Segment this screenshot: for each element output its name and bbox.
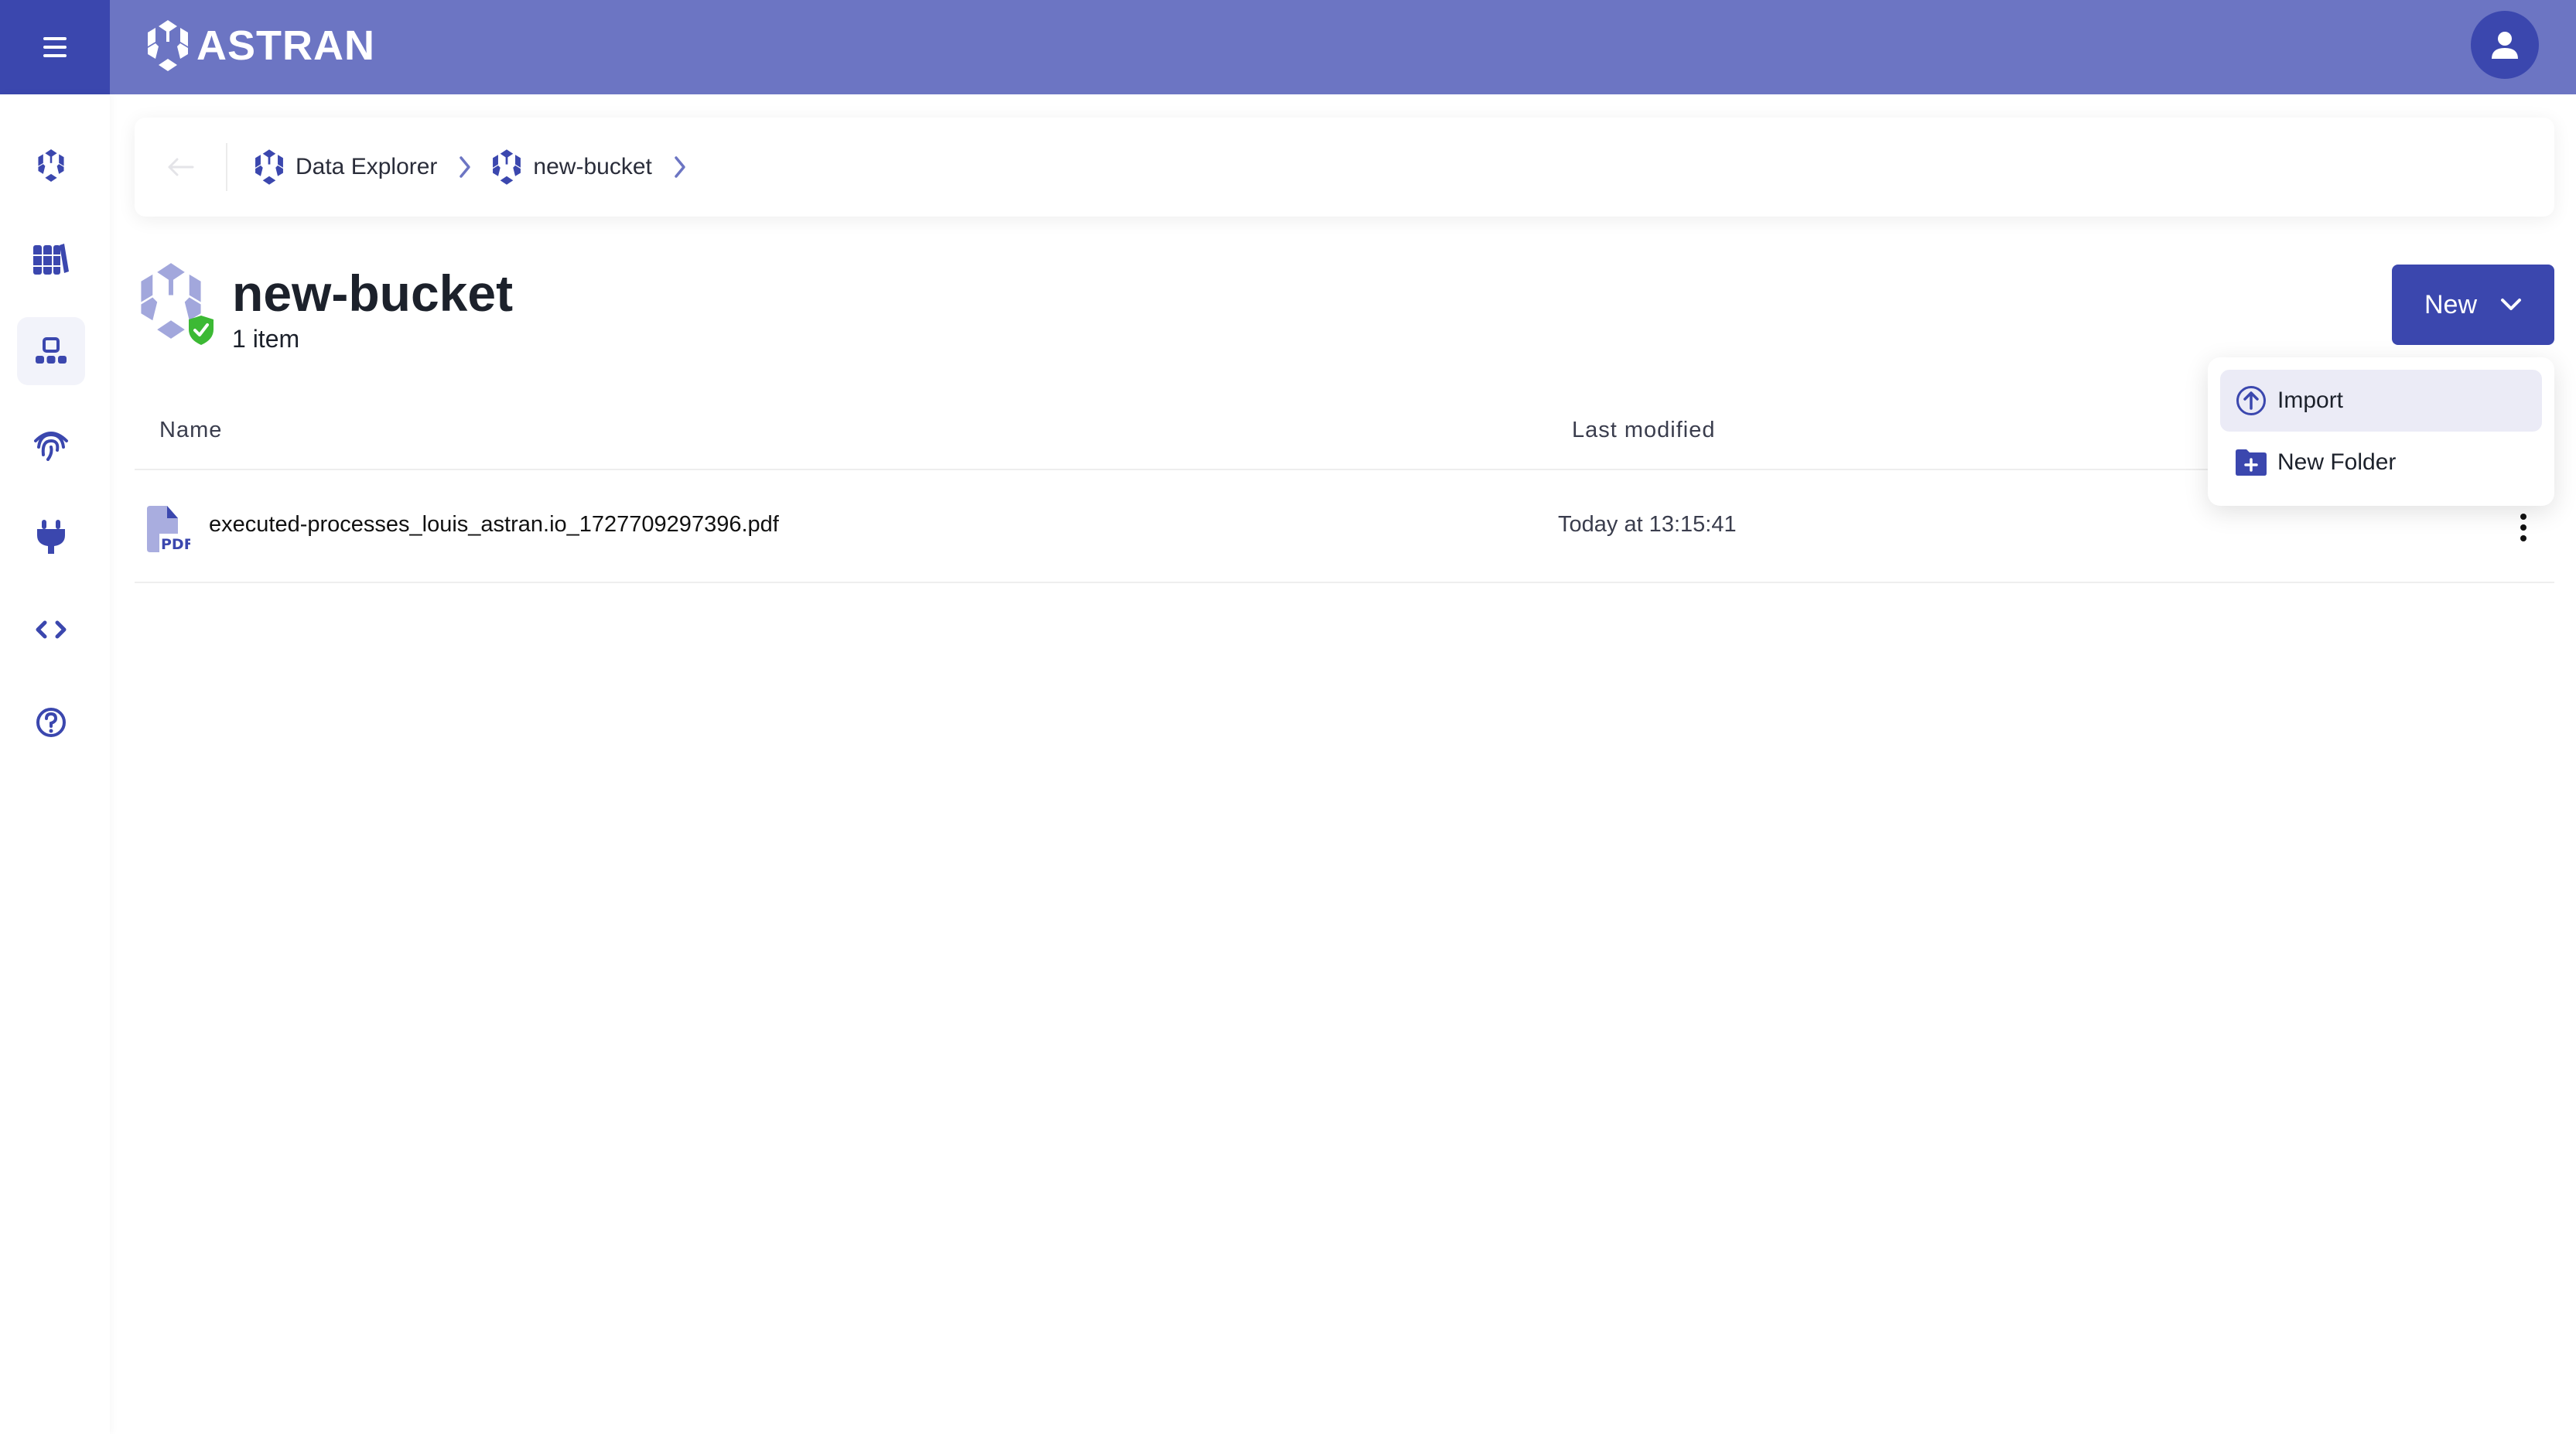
- hamburger-icon: [43, 37, 67, 57]
- data-explorer-sitemap-icon: [36, 337, 67, 364]
- chevron-right-icon: [459, 155, 471, 179]
- library-books-icon: [33, 244, 69, 275]
- brand-logo[interactable]: ASTRAN: [145, 20, 375, 71]
- table-row[interactable]: PDF executed-processes_louis_astran.io_1…: [135, 472, 2554, 583]
- breadcrumb-label: Data Explorer: [296, 154, 438, 179]
- file-last-modified: Today at 13:15:41: [1558, 512, 1737, 537]
- breadcrumb-item-new-bucket[interactable]: new-bucket: [491, 149, 652, 185]
- breadcrumb-item-data-explorer[interactable]: Data Explorer: [254, 149, 437, 185]
- menu-item-label: Import: [2277, 388, 2344, 413]
- sidebar-item-library[interactable]: [17, 224, 85, 292]
- page-header: new-bucket 1 item: [138, 263, 513, 353]
- plug-icon: [37, 520, 65, 554]
- table-header: Name Last modified: [135, 402, 2554, 470]
- kebab-dot: [2520, 524, 2526, 531]
- svg-text:PDF: PDF: [161, 536, 190, 552]
- user-icon: [2492, 32, 2518, 59]
- astran-hex-icon: [493, 149, 521, 185]
- user-avatar-button[interactable]: [2471, 11, 2539, 79]
- code-brackets-icon: [36, 620, 67, 639]
- help-circle-icon: [36, 708, 66, 737]
- file-name[interactable]: executed-processes_louis_astran.io_17277…: [209, 512, 779, 538]
- astran-hex-icon: [255, 149, 283, 185]
- arrow-left-icon: [168, 158, 194, 176]
- item-count: 1 item: [232, 325, 300, 353]
- menu-item-new-folder[interactable]: New Folder: [2220, 432, 2542, 493]
- astran-hex-icon: [38, 149, 64, 182]
- fingerprint-icon: [34, 432, 68, 461]
- pdf-file-icon: PDF: [147, 506, 190, 552]
- sidebar-item-help[interactable]: [17, 688, 85, 756]
- top-bar: ASTRAN: [0, 0, 2576, 94]
- menu-item-import[interactable]: Import: [2220, 370, 2542, 432]
- column-header-last-modified[interactable]: Last modified: [1572, 418, 1716, 443]
- menu-item-label: New Folder: [2277, 449, 2397, 475]
- kebab-dot: [2520, 514, 2526, 520]
- sidebar: [0, 94, 110, 1434]
- new-menu: Import New Folder: [2208, 357, 2554, 506]
- breadcrumb-label: new-bucket: [533, 154, 652, 179]
- upload-circle-icon: [2236, 386, 2266, 415]
- verified-shield-icon: [189, 316, 214, 345]
- sidebar-item-identity[interactable]: [17, 410, 85, 478]
- column-header-name[interactable]: Name: [159, 418, 222, 443]
- breadcrumb: Data Explorer new-bucket: [135, 118, 2554, 217]
- new-button-label: New: [2424, 289, 2478, 319]
- astran-logo-icon: [148, 20, 188, 71]
- menu-toggle-button[interactable]: [0, 0, 110, 94]
- brand-name: ASTRAN: [196, 22, 375, 69]
- chevron-right-icon: [674, 155, 686, 179]
- more-actions-button[interactable]: [2508, 506, 2539, 549]
- bucket-icon: [138, 263, 215, 348]
- kebab-dot: [2520, 535, 2526, 541]
- sidebar-item-developer[interactable]: [17, 596, 85, 664]
- sidebar-item-integrations[interactable]: [17, 503, 85, 571]
- sidebar-item-data-explorer[interactable]: [17, 317, 85, 385]
- sidebar-item-home[interactable]: [17, 131, 85, 200]
- breadcrumb-divider: [226, 143, 227, 191]
- page-title: new-bucket: [232, 265, 514, 322]
- folder-plus-icon: [2236, 449, 2267, 476]
- chevron-down-icon: [2501, 299, 2522, 310]
- back-button[interactable]: [135, 118, 226, 217]
- new-button[interactable]: New: [2392, 265, 2554, 345]
